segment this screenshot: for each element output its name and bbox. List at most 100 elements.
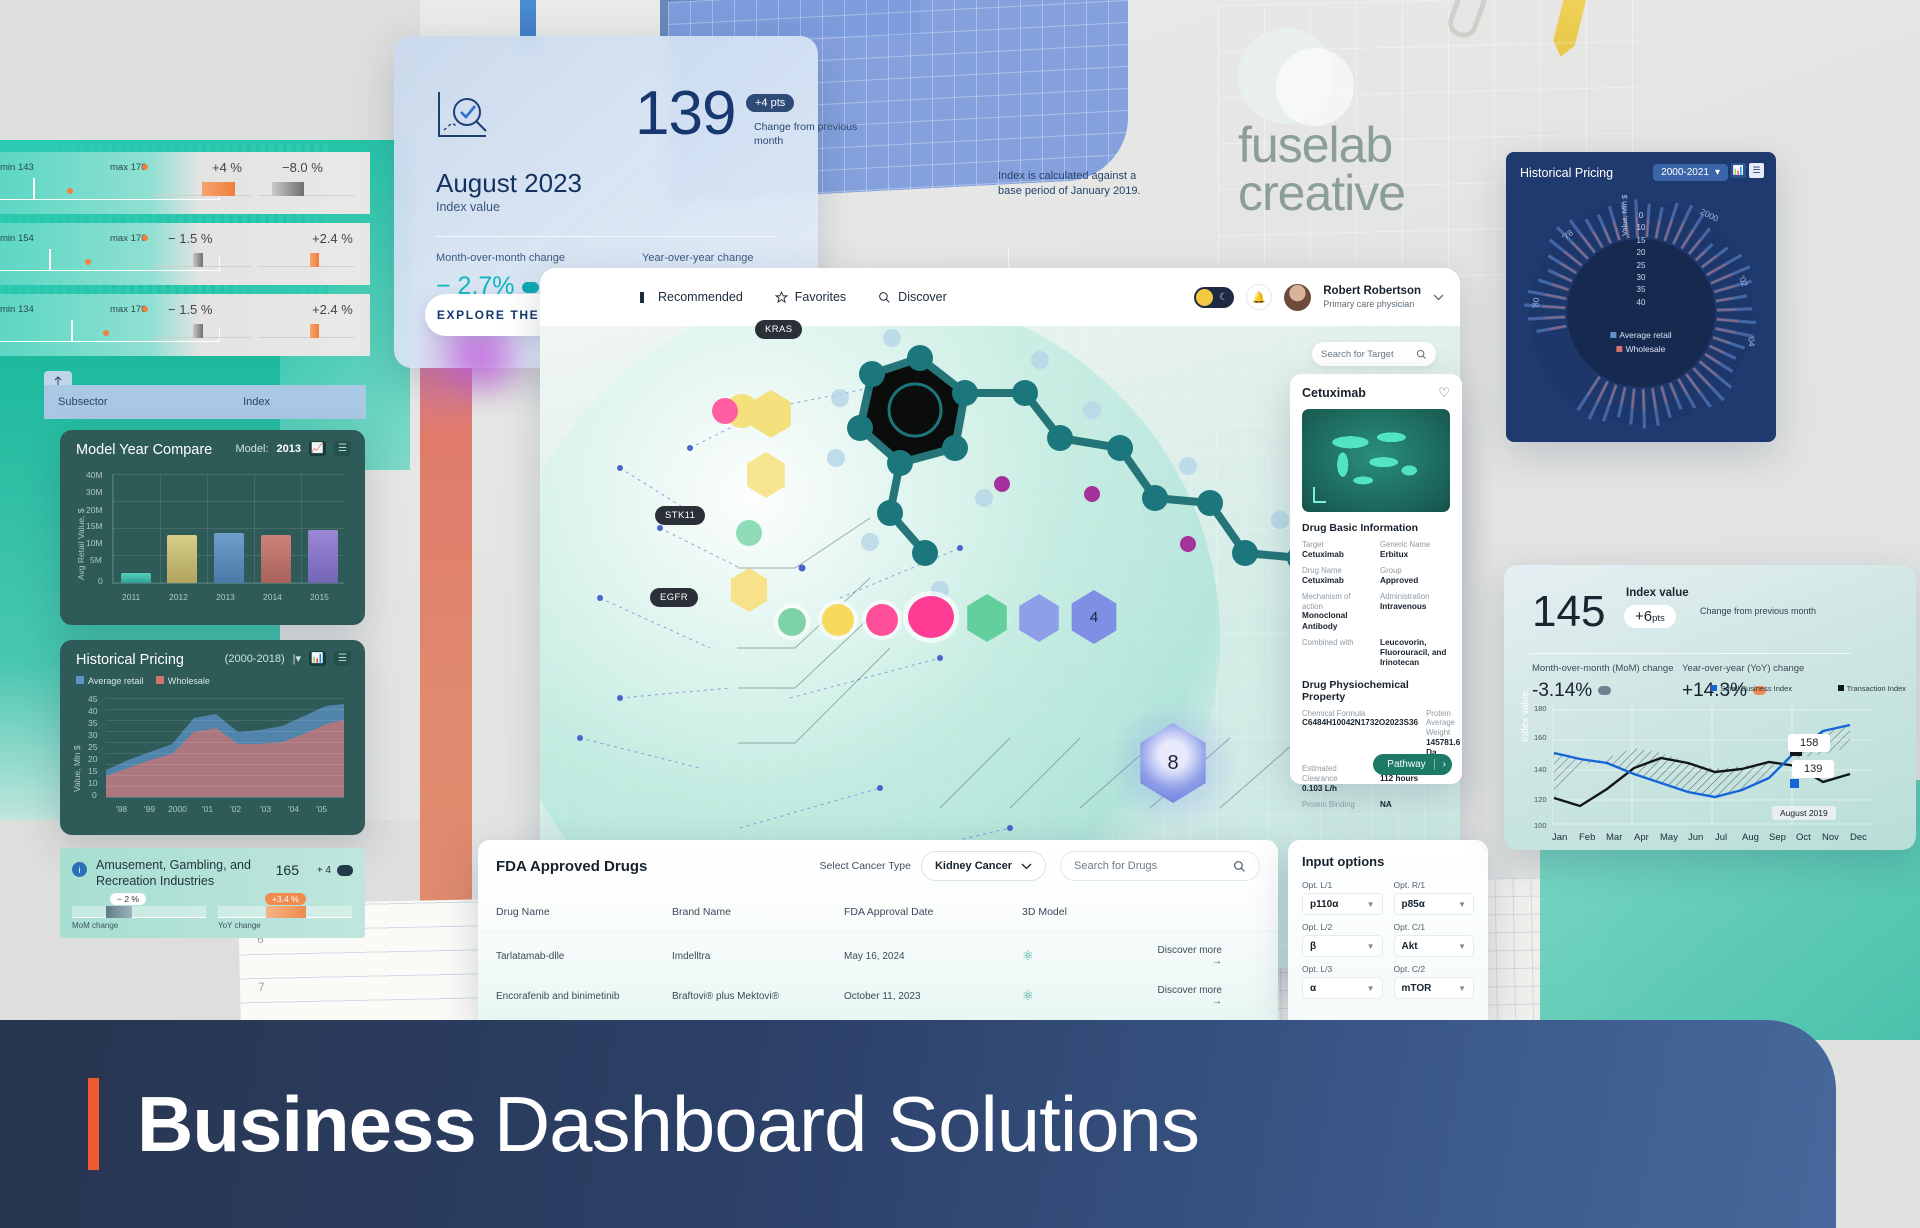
view-toggle-group[interactable]: 📊 ☰ xyxy=(1731,163,1764,178)
bar-2011 xyxy=(121,573,151,583)
card-title: Historical Pricing xyxy=(1520,166,1614,180)
index-value: 139 xyxy=(635,79,736,148)
heart-icon[interactable]: ♡ xyxy=(1438,385,1450,401)
bar-chart-icon[interactable]: 📊 xyxy=(1731,163,1746,178)
min-label: min 143 xyxy=(0,162,34,173)
x-tick: '02 xyxy=(230,804,242,814)
field-label: Combined with xyxy=(1302,637,1354,647)
line-chart-icon[interactable]: 📈 xyxy=(309,441,326,456)
mint-stat-row[interactable]: min 134 max 176 − 1.5 % +2.4 % xyxy=(0,285,370,356)
date-range-select[interactable]: 2000-2021 ▾ xyxy=(1653,164,1728,181)
radial-legend: Average retail Wholesale xyxy=(1610,328,1672,357)
x-tick: Apr xyxy=(1634,832,1649,843)
calculation-note: Index is calculated against a base perio… xyxy=(998,170,1141,198)
chain-node-2[interactable] xyxy=(822,604,854,636)
yoy-label: Year-over-year change xyxy=(642,252,754,264)
chart-plot-area xyxy=(106,698,344,798)
option-r1: Opt. R/1 p85α ▼ xyxy=(1393,880,1474,915)
chart-gridlines xyxy=(106,698,344,797)
tick: 40 xyxy=(1636,297,1646,307)
bar-chart-icon[interactable]: 📊 xyxy=(309,651,326,666)
card-header-controls[interactable]: Model: 2013 📈 ☰ xyxy=(235,441,351,456)
y-tick: 30M xyxy=(86,487,103,497)
field-value: NA xyxy=(1380,800,1392,810)
cancer-type-select[interactable]: Kidney Cancer xyxy=(920,851,1046,881)
table-row[interactable]: Tarlatamab-dlle Imdelltra May 16, 2024 ⚛… xyxy=(478,940,1278,972)
molecule-3d-model[interactable] xyxy=(740,298,1380,738)
chevron-down-icon xyxy=(1021,863,1032,869)
molecule-icon[interactable]: ⚛ xyxy=(1022,988,1152,1004)
range-value: 2000-2021 xyxy=(1661,167,1709,178)
chevron-down-icon: ▼ xyxy=(1458,941,1466,951)
radial-y-axis-label: Value, Mln $ xyxy=(1620,194,1629,236)
mint-stat-row[interactable]: min 154 max 176 − 1.5 % +2.4 % xyxy=(0,214,370,285)
max-dot xyxy=(142,164,148,170)
chain-node-1[interactable] xyxy=(778,608,806,636)
model-year-compare-card: Model Year Compare Model: 2013 📈 ☰ Avg R… xyxy=(60,430,365,625)
table-row[interactable]: Encorafenib and binimetinib Braftovi® pl… xyxy=(478,980,1278,1012)
pathway-button[interactable]: Pathway › xyxy=(1373,754,1452,775)
bar-track-a xyxy=(155,324,251,338)
option-select[interactable]: p110α ▼ xyxy=(1302,893,1383,915)
subsector-list-item[interactable]: i Amusement, Gambling, and Recreation In… xyxy=(60,848,365,938)
option-select[interactable]: α ▼ xyxy=(1302,977,1383,999)
option-label: Opt. C/1 xyxy=(1393,922,1426,932)
field-value: 112 hours xyxy=(1380,774,1419,784)
option-select[interactable]: β ▼ xyxy=(1302,935,1383,957)
chain-node-3[interactable] xyxy=(866,604,898,636)
discover-more-link[interactable]: Discover more → xyxy=(1152,945,1260,967)
pct-a: − 1.5 % xyxy=(168,231,213,246)
slider-handle[interactable] xyxy=(71,320,73,342)
option-select[interactable]: p85α ▼ xyxy=(1393,893,1474,915)
node-chip-kras[interactable]: KRAS xyxy=(755,320,803,339)
drug-search-input[interactable]: Search for Drugs xyxy=(1060,851,1260,881)
chevron-down-icon[interactable]: |▾ xyxy=(293,652,301,665)
node-circle-pink[interactable] xyxy=(712,398,738,424)
max-dot xyxy=(142,235,148,241)
x-tick: May xyxy=(1660,832,1678,843)
node-chip-egfr[interactable]: EGFR xyxy=(650,588,698,607)
option-c2: Opt. C/2 mTOR ▼ xyxy=(1393,964,1474,999)
section-physiochemical-property: Drug Physiochemical Property xyxy=(1302,678,1409,703)
row-dot-strip xyxy=(0,143,330,152)
points-badge: +6pts xyxy=(1624,605,1676,628)
section-basic-information: Drug Basic Information xyxy=(1302,522,1419,534)
x-tick: '01 xyxy=(202,804,214,814)
x-tick: Sep xyxy=(1769,832,1786,843)
table-icon[interactable]: ☰ xyxy=(1749,163,1764,178)
bar-fill-b xyxy=(272,182,304,196)
range-value[interactable]: (2000-2018) xyxy=(225,653,285,665)
option-select[interactable]: Akt ▼ xyxy=(1393,935,1474,957)
brand-wordmark: fuselab creative xyxy=(1238,120,1406,217)
table-icon[interactable]: ☰ xyxy=(334,651,351,666)
y-tick: 10 xyxy=(88,778,98,788)
y-tick: 40M xyxy=(86,470,103,480)
yoy-label: Year-over-year (YoY) change xyxy=(1682,663,1805,674)
mint-stat-row[interactable]: min 143 max 176 +4 % −8.0 % xyxy=(0,143,370,214)
molecule-icon[interactable]: ⚛ xyxy=(1022,948,1152,964)
x-tick: '98 xyxy=(116,804,128,814)
card-header-controls[interactable]: (2000-2018) |▾ 📊 ☰ xyxy=(225,651,351,666)
table-icon[interactable]: ☰ xyxy=(334,441,351,456)
y-tick: 140 xyxy=(1534,765,1547,774)
option-select[interactable]: mTOR ▼ xyxy=(1393,977,1474,999)
slider-handle[interactable] xyxy=(49,249,51,271)
field-label: Generic Name xyxy=(1380,540,1431,549)
x-tick: Oct xyxy=(1796,832,1811,843)
discover-more-link[interactable]: Discover more → xyxy=(1152,985,1260,1007)
slider-handle[interactable] xyxy=(33,178,35,200)
chain-node-4[interactable] xyxy=(908,596,954,638)
x-tick: Mar xyxy=(1606,832,1623,843)
slider-marker xyxy=(103,330,109,336)
node-circle-green[interactable] xyxy=(736,520,762,546)
drug-title: Cetuximab xyxy=(1302,386,1366,400)
banner-title-bold: Business xyxy=(137,1079,477,1168)
chevron-down-icon: ▼ xyxy=(1366,983,1375,993)
y-tick: 15 xyxy=(88,766,98,776)
node-chip-stk11[interactable]: STK11 xyxy=(655,506,706,525)
field-value: Leucovorin, Fluorouracil, and Irinotecan xyxy=(1380,637,1447,668)
y-tick: 100 xyxy=(1534,821,1547,830)
pct-a: +4 % xyxy=(212,160,242,175)
y-tick: 30 xyxy=(88,730,98,740)
bar-fill-a xyxy=(193,253,203,267)
